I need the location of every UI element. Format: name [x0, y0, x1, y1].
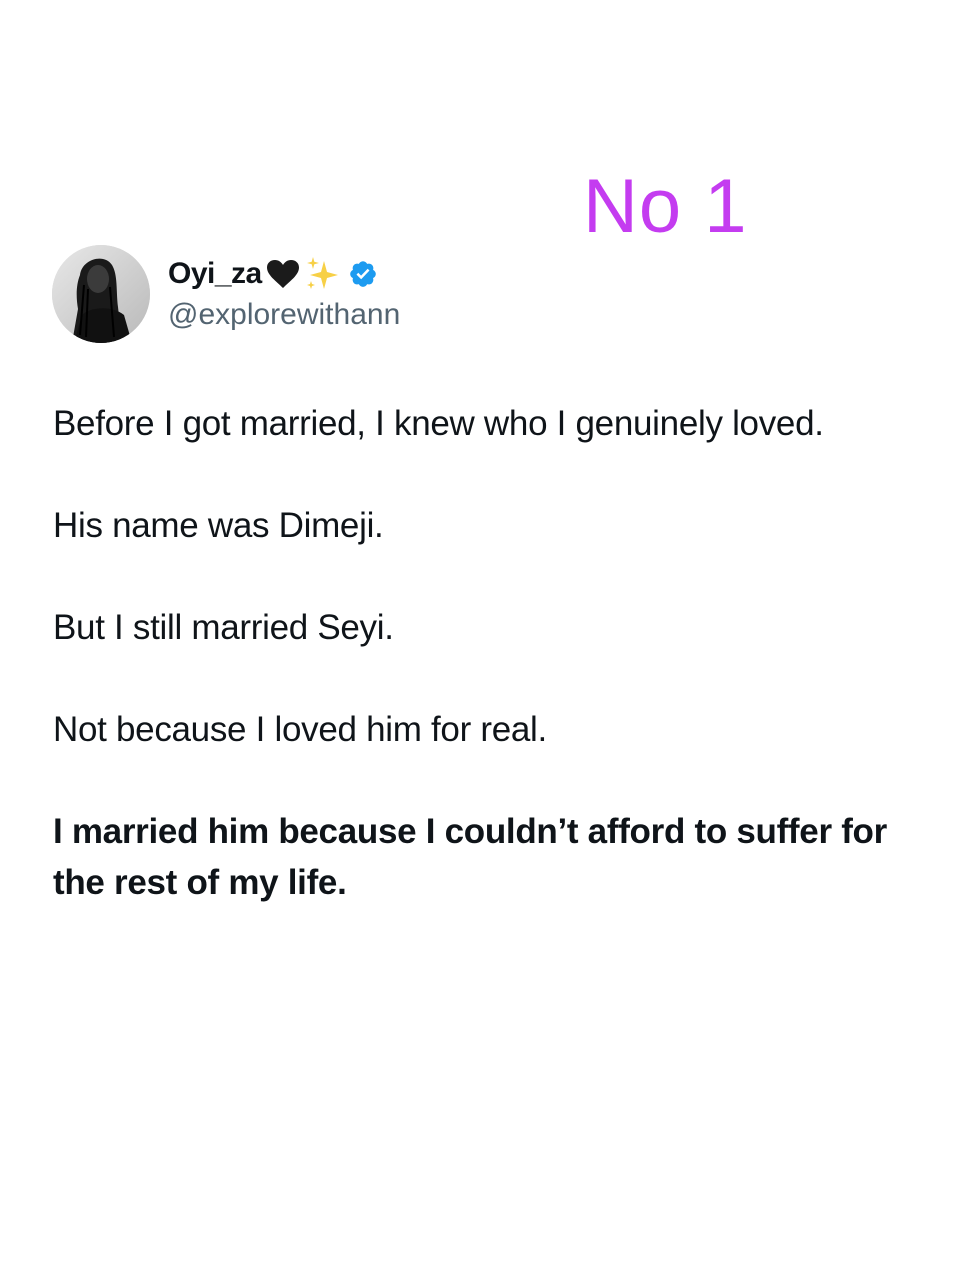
- tweet-paragraph: Before I got married, I knew who I genui…: [53, 404, 824, 443]
- verified-badge-icon: [348, 259, 378, 289]
- tweet-paragraph: Not because I loved him for real.: [53, 710, 547, 749]
- author-handle[interactable]: @explorewithann: [168, 295, 400, 335]
- tweet-paragraph: But I still married Seyi.: [53, 608, 394, 647]
- tweet-header: Oyi_za @explorewithann: [52, 245, 400, 343]
- author-identity: Oyi_za @explorewithann: [168, 253, 400, 335]
- name-row: Oyi_za: [168, 253, 400, 295]
- tweet-text: Before I got married, I knew who I genui…: [53, 398, 913, 908]
- tweet-paragraph: His name was Dimeji.: [53, 506, 384, 545]
- sparkles-icon: [304, 255, 342, 293]
- tweet-paragraph-bold: I married him because I couldn’t afford …: [53, 812, 887, 902]
- display-name[interactable]: Oyi_za: [168, 257, 262, 291]
- avatar[interactable]: [52, 245, 150, 343]
- black-heart-icon: [266, 259, 300, 289]
- overlay-number-label: No 1: [583, 164, 748, 249]
